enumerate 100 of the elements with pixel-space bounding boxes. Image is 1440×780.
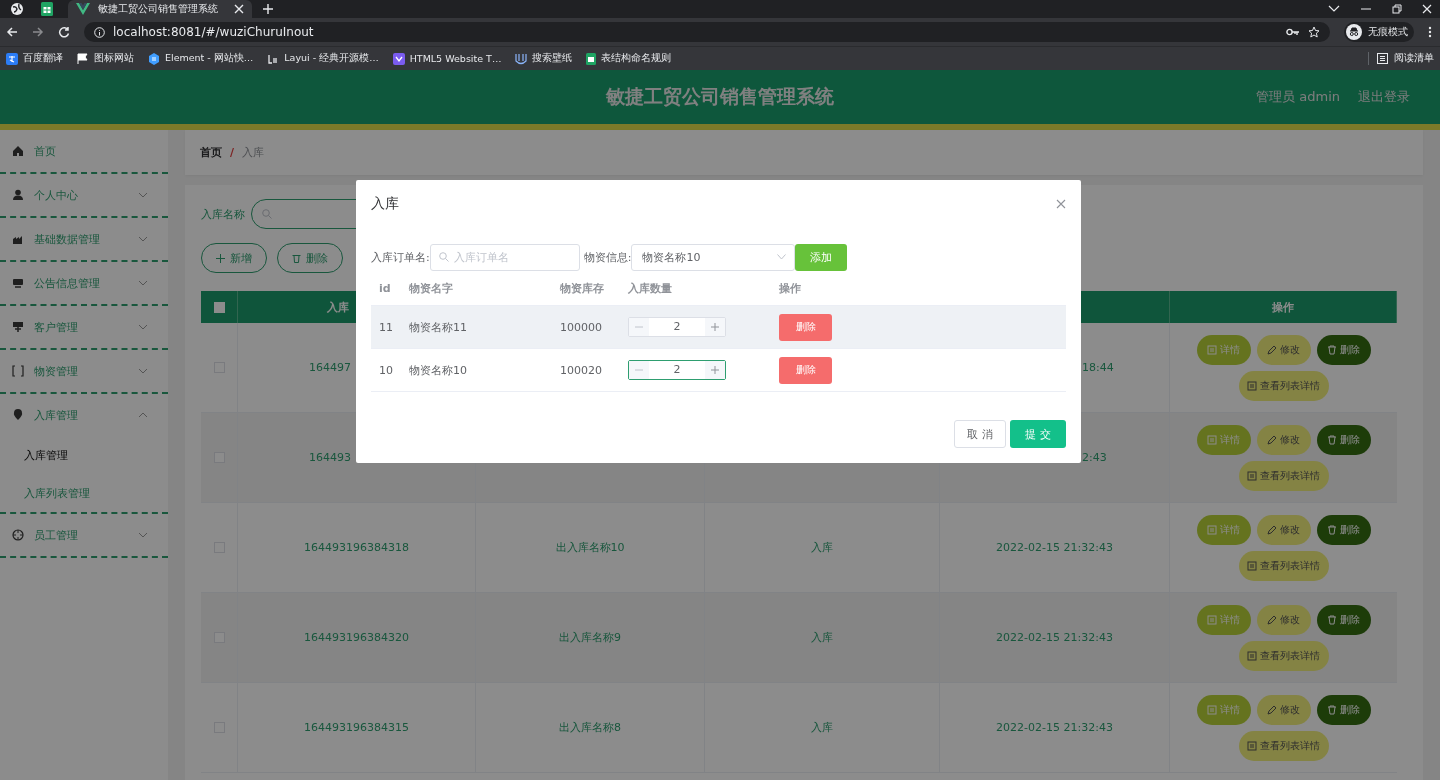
html5-icon xyxy=(392,52,405,65)
order-name-field[interactable]: 入库订单名 xyxy=(429,243,580,271)
column-header: 操作 xyxy=(779,280,801,296)
submenu-item[interactable]: 入库列表管理 xyxy=(0,474,168,512)
table-cell: 物资名称10 xyxy=(409,362,467,378)
menu-item[interactable]: 公告信息管理 xyxy=(0,262,168,304)
address-bar[interactable]: localhost:8081/#/wuziChuruInout xyxy=(84,22,1330,42)
delete-button[interactable]: 删除 xyxy=(1316,514,1371,545)
delete-button[interactable]: 删除 xyxy=(779,313,832,341)
bracket-icon xyxy=(12,365,24,377)
menu-item[interactable]: 入库管理 xyxy=(0,394,168,436)
column-header: 物资库存 xyxy=(560,280,604,296)
search-icon xyxy=(262,209,272,219)
trash-icon xyxy=(1327,524,1337,535)
delete-button[interactable]: 删除 xyxy=(1316,424,1371,455)
new-tab-icon[interactable] xyxy=(262,3,274,15)
edit-button[interactable]: 修改 xyxy=(1256,424,1311,455)
menu-item[interactable]: 个人中心 xyxy=(0,174,168,216)
restore-icon[interactable] xyxy=(1392,4,1402,14)
field-label: 物资信息: xyxy=(583,249,632,265)
pencil-icon xyxy=(1267,434,1277,445)
table-cell: 18:44 xyxy=(1082,361,1114,374)
menu-item[interactable]: 物资管理 xyxy=(0,350,168,392)
more-menu-icon[interactable] xyxy=(1428,26,1432,38)
document-icon xyxy=(1207,704,1217,715)
pencil-icon xyxy=(1267,524,1277,535)
table-cell: 物资名称11 xyxy=(409,319,467,335)
view-list-button[interactable]: 查看列表详情 xyxy=(1238,730,1329,761)
submenu-item[interactable]: 入库管理 xyxy=(0,436,168,474)
document-icon xyxy=(1247,380,1257,391)
chevron-down-icon[interactable] xyxy=(1328,5,1340,13)
add-button[interactable]: 添加 xyxy=(795,243,848,271)
delete-button[interactable]: 删除 xyxy=(1316,334,1371,365)
document-icon xyxy=(1247,650,1257,661)
view-list-button[interactable]: 查看列表详情 xyxy=(1238,550,1329,581)
table-cell: 出入库名称10 xyxy=(555,540,625,555)
star-icon[interactable] xyxy=(1308,26,1320,38)
edit-button[interactable]: 修改 xyxy=(1256,334,1311,365)
edit-button[interactable]: 修改 xyxy=(1256,694,1311,725)
trash-icon xyxy=(1327,704,1337,715)
bookmark[interactable]: Element - 网站快… xyxy=(148,52,254,65)
table-cell: 100000 xyxy=(560,320,602,334)
document-icon xyxy=(1207,614,1217,625)
cancel-button[interactable]: 取 消 xyxy=(954,420,1006,448)
column-header: 操作 xyxy=(1272,299,1294,315)
menu-item[interactable]: 客户管理 xyxy=(0,306,168,348)
table-cell: 2022-02-15 21:32:43 xyxy=(996,541,1113,554)
reading-list-button[interactable]: 阅读清单 xyxy=(1368,52,1434,65)
chevron-down-icon xyxy=(777,254,787,260)
trash-icon xyxy=(292,253,301,263)
view-list-button[interactable]: 查看列表详情 xyxy=(1238,370,1329,401)
translate-icon xyxy=(6,52,18,65)
menu-item[interactable]: 首页 xyxy=(0,130,168,172)
delete-button[interactable]: 删除 xyxy=(779,356,832,384)
column-header: 入库 xyxy=(327,299,349,315)
breadcrumb-item[interactable]: 首页 xyxy=(200,145,222,160)
document-icon xyxy=(1207,344,1217,355)
bookmark[interactable]: 百度翻译 xyxy=(6,52,63,65)
back-icon[interactable] xyxy=(6,26,18,38)
view-list-button[interactable]: 查看列表详情 xyxy=(1238,460,1329,491)
add-button[interactable]: 新增 xyxy=(201,243,267,273)
profile-button[interactable]: 无痕模式 xyxy=(1344,22,1414,42)
delete-button[interactable]: 删除 xyxy=(1316,604,1371,635)
table-cell: 164493196384318 xyxy=(304,541,409,554)
submit-button[interactable]: 提 交 xyxy=(1010,420,1066,448)
pencil-icon xyxy=(1267,614,1277,625)
delete-button[interactable]: 删除 xyxy=(277,243,343,273)
table-cell: 入库 xyxy=(811,630,833,645)
bookmark[interactable]: 表结构命名规则 xyxy=(586,52,672,65)
dialog-title: 入库 xyxy=(371,195,399,213)
incognito-icon xyxy=(1346,24,1362,40)
table-cell: 2022-02-15 21:32:43 xyxy=(996,631,1113,644)
bookmark[interactable]: HTML5 Website T… xyxy=(392,52,502,65)
table-cell: 164493196384315 xyxy=(304,721,409,734)
forward-icon[interactable] xyxy=(32,26,44,38)
table-cell: 164497 xyxy=(309,361,351,374)
bookmark[interactable]: Layui - 经典开源模… xyxy=(267,52,379,65)
material-select[interactable]: 物资名称10 xyxy=(631,243,796,271)
reload-icon[interactable] xyxy=(58,26,70,38)
browser-tab[interactable]: 敏捷工贸公司销售管理系统 xyxy=(68,0,252,18)
location-pin-icon xyxy=(12,409,24,421)
key-icon[interactable] xyxy=(1286,28,1300,36)
edit-button[interactable]: 修改 xyxy=(1256,514,1311,545)
bookmark[interactable]: 搜索壁纸 xyxy=(515,52,573,65)
table-cell: 100020 xyxy=(560,363,602,377)
person-icon xyxy=(12,189,24,201)
field-label: 入库名称 xyxy=(201,206,245,222)
view-list-button[interactable]: 查看列表详情 xyxy=(1238,640,1329,671)
column-header: 物资名字 xyxy=(409,280,453,296)
home-icon xyxy=(12,145,24,157)
logout-link[interactable]: 退出登录 xyxy=(1358,88,1410,106)
monitor-icon xyxy=(12,277,24,289)
delete-button[interactable]: 删除 xyxy=(1316,694,1371,725)
wallpaper-icon xyxy=(515,52,528,65)
menu-item[interactable]: 基础数据管理 xyxy=(0,218,168,260)
edit-button[interactable]: 修改 xyxy=(1256,604,1311,635)
bookmark[interactable]: 图标网站 xyxy=(77,52,134,65)
menu-item[interactable]: 员工管理 xyxy=(0,514,168,556)
info-icon[interactable] xyxy=(94,26,105,38)
field-label: 入库订单名: xyxy=(371,249,430,265)
